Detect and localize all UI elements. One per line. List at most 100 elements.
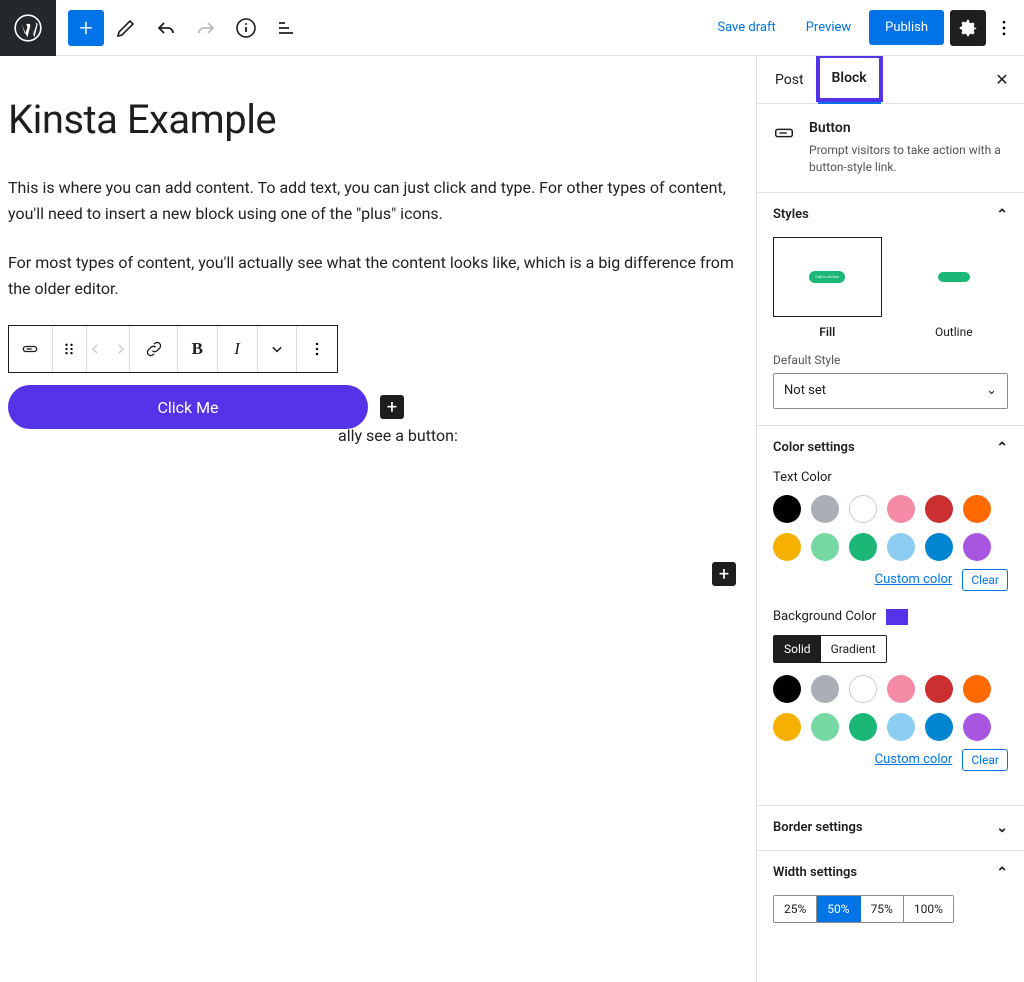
swatch-lightgreen[interactable] — [811, 713, 839, 741]
swatch-orange[interactable] — [963, 675, 991, 703]
more-options-button[interactable] — [992, 18, 1016, 38]
move-buttons — [87, 326, 131, 372]
block-type-button[interactable] — [9, 326, 53, 372]
post-title[interactable]: Kinsta Example — [8, 96, 748, 143]
swatch-blue[interactable] — [925, 533, 953, 561]
button-block-preview[interactable]: Click Me — [8, 385, 368, 429]
redo-button — [188, 10, 224, 46]
swatch-black[interactable] — [773, 495, 801, 523]
chevron-down-icon: ⌄ — [986, 383, 997, 398]
close-sidebar-button[interactable]: ✕ — [984, 56, 1020, 104]
width-50-button[interactable]: 50% — [817, 896, 860, 922]
block-summary-desc: Prompt visitors to take action with a bu… — [809, 142, 1008, 176]
style-fill-option[interactable]: Call to Action Fill — [773, 237, 882, 339]
add-block-inline-button[interactable]: + — [380, 395, 404, 419]
width-100-button[interactable]: 100% — [904, 896, 953, 922]
swatch-gray[interactable] — [811, 495, 839, 523]
swatch-lightblue[interactable] — [887, 533, 915, 561]
swatch-purple[interactable] — [963, 713, 991, 741]
swatch-yellow[interactable] — [773, 533, 801, 561]
panel-border-header[interactable]: Border settings ⌄ — [757, 806, 1024, 850]
edit-tool-button[interactable] — [108, 10, 144, 46]
default-style-value: Not set — [784, 383, 826, 398]
tab-block[interactable]: Block — [818, 56, 881, 104]
swatch-yellow[interactable] — [773, 713, 801, 741]
wordpress-logo[interactable] — [0, 0, 56, 56]
dots-vertical-icon — [994, 18, 1014, 38]
panel-border-title: Border settings — [773, 820, 863, 835]
swatch-red[interactable] — [925, 675, 953, 703]
chevron-down-icon — [267, 339, 287, 359]
width-25-button[interactable]: 25% — [774, 896, 817, 922]
block-summary: Button Prompt visitors to take action wi… — [757, 104, 1024, 193]
swatch-green[interactable] — [849, 533, 877, 561]
bg-color-clear-button[interactable]: Clear — [962, 749, 1008, 771]
bold-button[interactable]: B — [178, 326, 218, 372]
chevron-up-icon: ⌃ — [996, 207, 1008, 223]
info-icon — [234, 16, 258, 40]
swatch-lightblue[interactable] — [887, 713, 915, 741]
block-summary-title: Button — [809, 120, 1008, 136]
style-outline-label: Outline — [900, 325, 1009, 339]
swatch-blue[interactable] — [925, 713, 953, 741]
swatch-white[interactable] — [849, 495, 877, 523]
default-style-label: Default Style — [773, 353, 1008, 367]
chevron-down-icon: ⌄ — [996, 820, 1008, 836]
italic-button[interactable]: I — [218, 326, 258, 372]
swatch-green[interactable] — [849, 713, 877, 741]
swatch-purple[interactable] — [963, 533, 991, 561]
bg-color-swatches — [773, 675, 1008, 741]
swatch-pink[interactable] — [887, 675, 915, 703]
top-toolbar: + Save draft Preview Publish — [0, 0, 1024, 56]
tab-post[interactable]: Post — [761, 56, 818, 104]
drag-handle-button[interactable] — [53, 326, 87, 372]
swatch-orange[interactable] — [963, 495, 991, 523]
swatch-black[interactable] — [773, 675, 801, 703]
text-custom-color-link[interactable]: Custom color — [875, 572, 953, 587]
background-color-label: Background Color — [773, 609, 876, 624]
add-block-button[interactable]: + — [68, 10, 104, 46]
panel-styles: Styles ⌃ Call to Action Fill Outline Def… — [757, 193, 1024, 426]
width-segment-control: 25% 50% 75% 100% — [773, 895, 954, 923]
outline-button[interactable] — [268, 10, 304, 46]
info-button[interactable] — [228, 10, 264, 46]
publish-button[interactable]: Publish — [869, 10, 944, 45]
bg-gradient-button[interactable]: Gradient — [821, 636, 886, 662]
panel-styles-title: Styles — [773, 207, 809, 222]
redo-icon — [194, 16, 218, 40]
settings-sidebar: Post Block ✕ Button Prompt visitors to t… — [756, 56, 1024, 982]
settings-toggle-button[interactable] — [950, 10, 986, 46]
undo-icon — [154, 16, 178, 40]
paragraph-block[interactable]: For most types of content, you'll actual… — [8, 250, 748, 301]
paragraph-block[interactable]: This is where you can add content. To ad… — [8, 175, 748, 226]
style-outline-option[interactable]: Outline — [900, 237, 1009, 339]
preview-link[interactable]: Preview — [794, 20, 863, 35]
swatch-red[interactable] — [925, 495, 953, 523]
text-color-clear-button[interactable]: Clear — [962, 569, 1008, 591]
link-button[interactable] — [130, 326, 178, 372]
save-draft-link[interactable]: Save draft — [705, 20, 787, 35]
panel-styles-header[interactable]: Styles ⌃ — [757, 193, 1024, 237]
editor-area[interactable]: Kinsta Example This is where you can add… — [0, 56, 756, 982]
bg-type-toggle: Solid Gradient — [773, 635, 887, 663]
bg-solid-button[interactable]: Solid — [774, 636, 821, 662]
panel-border-settings: Border settings ⌄ — [757, 806, 1024, 851]
bg-custom-color-link[interactable]: Custom color — [875, 752, 953, 767]
panel-width-header[interactable]: Width settings ⌃ — [757, 851, 1024, 895]
button-block-icon — [20, 339, 40, 359]
link-icon — [144, 339, 164, 359]
dots-vertical-icon — [307, 339, 327, 359]
more-formatting-button[interactable] — [258, 326, 298, 372]
swatch-pink[interactable] — [887, 495, 915, 523]
swatch-lightgreen[interactable] — [811, 533, 839, 561]
button-block-icon — [773, 122, 795, 144]
add-block-floating-button[interactable]: + — [712, 562, 736, 586]
default-style-select[interactable]: Not set ⌄ — [773, 373, 1008, 409]
block-options-button[interactable] — [297, 326, 337, 372]
panel-color-header[interactable]: Color settings ⌃ — [757, 426, 1024, 470]
swatch-gray[interactable] — [811, 675, 839, 703]
width-75-button[interactable]: 75% — [861, 896, 904, 922]
block-toolbar: B I — [8, 325, 338, 373]
swatch-white[interactable] — [849, 675, 877, 703]
undo-button[interactable] — [148, 10, 184, 46]
